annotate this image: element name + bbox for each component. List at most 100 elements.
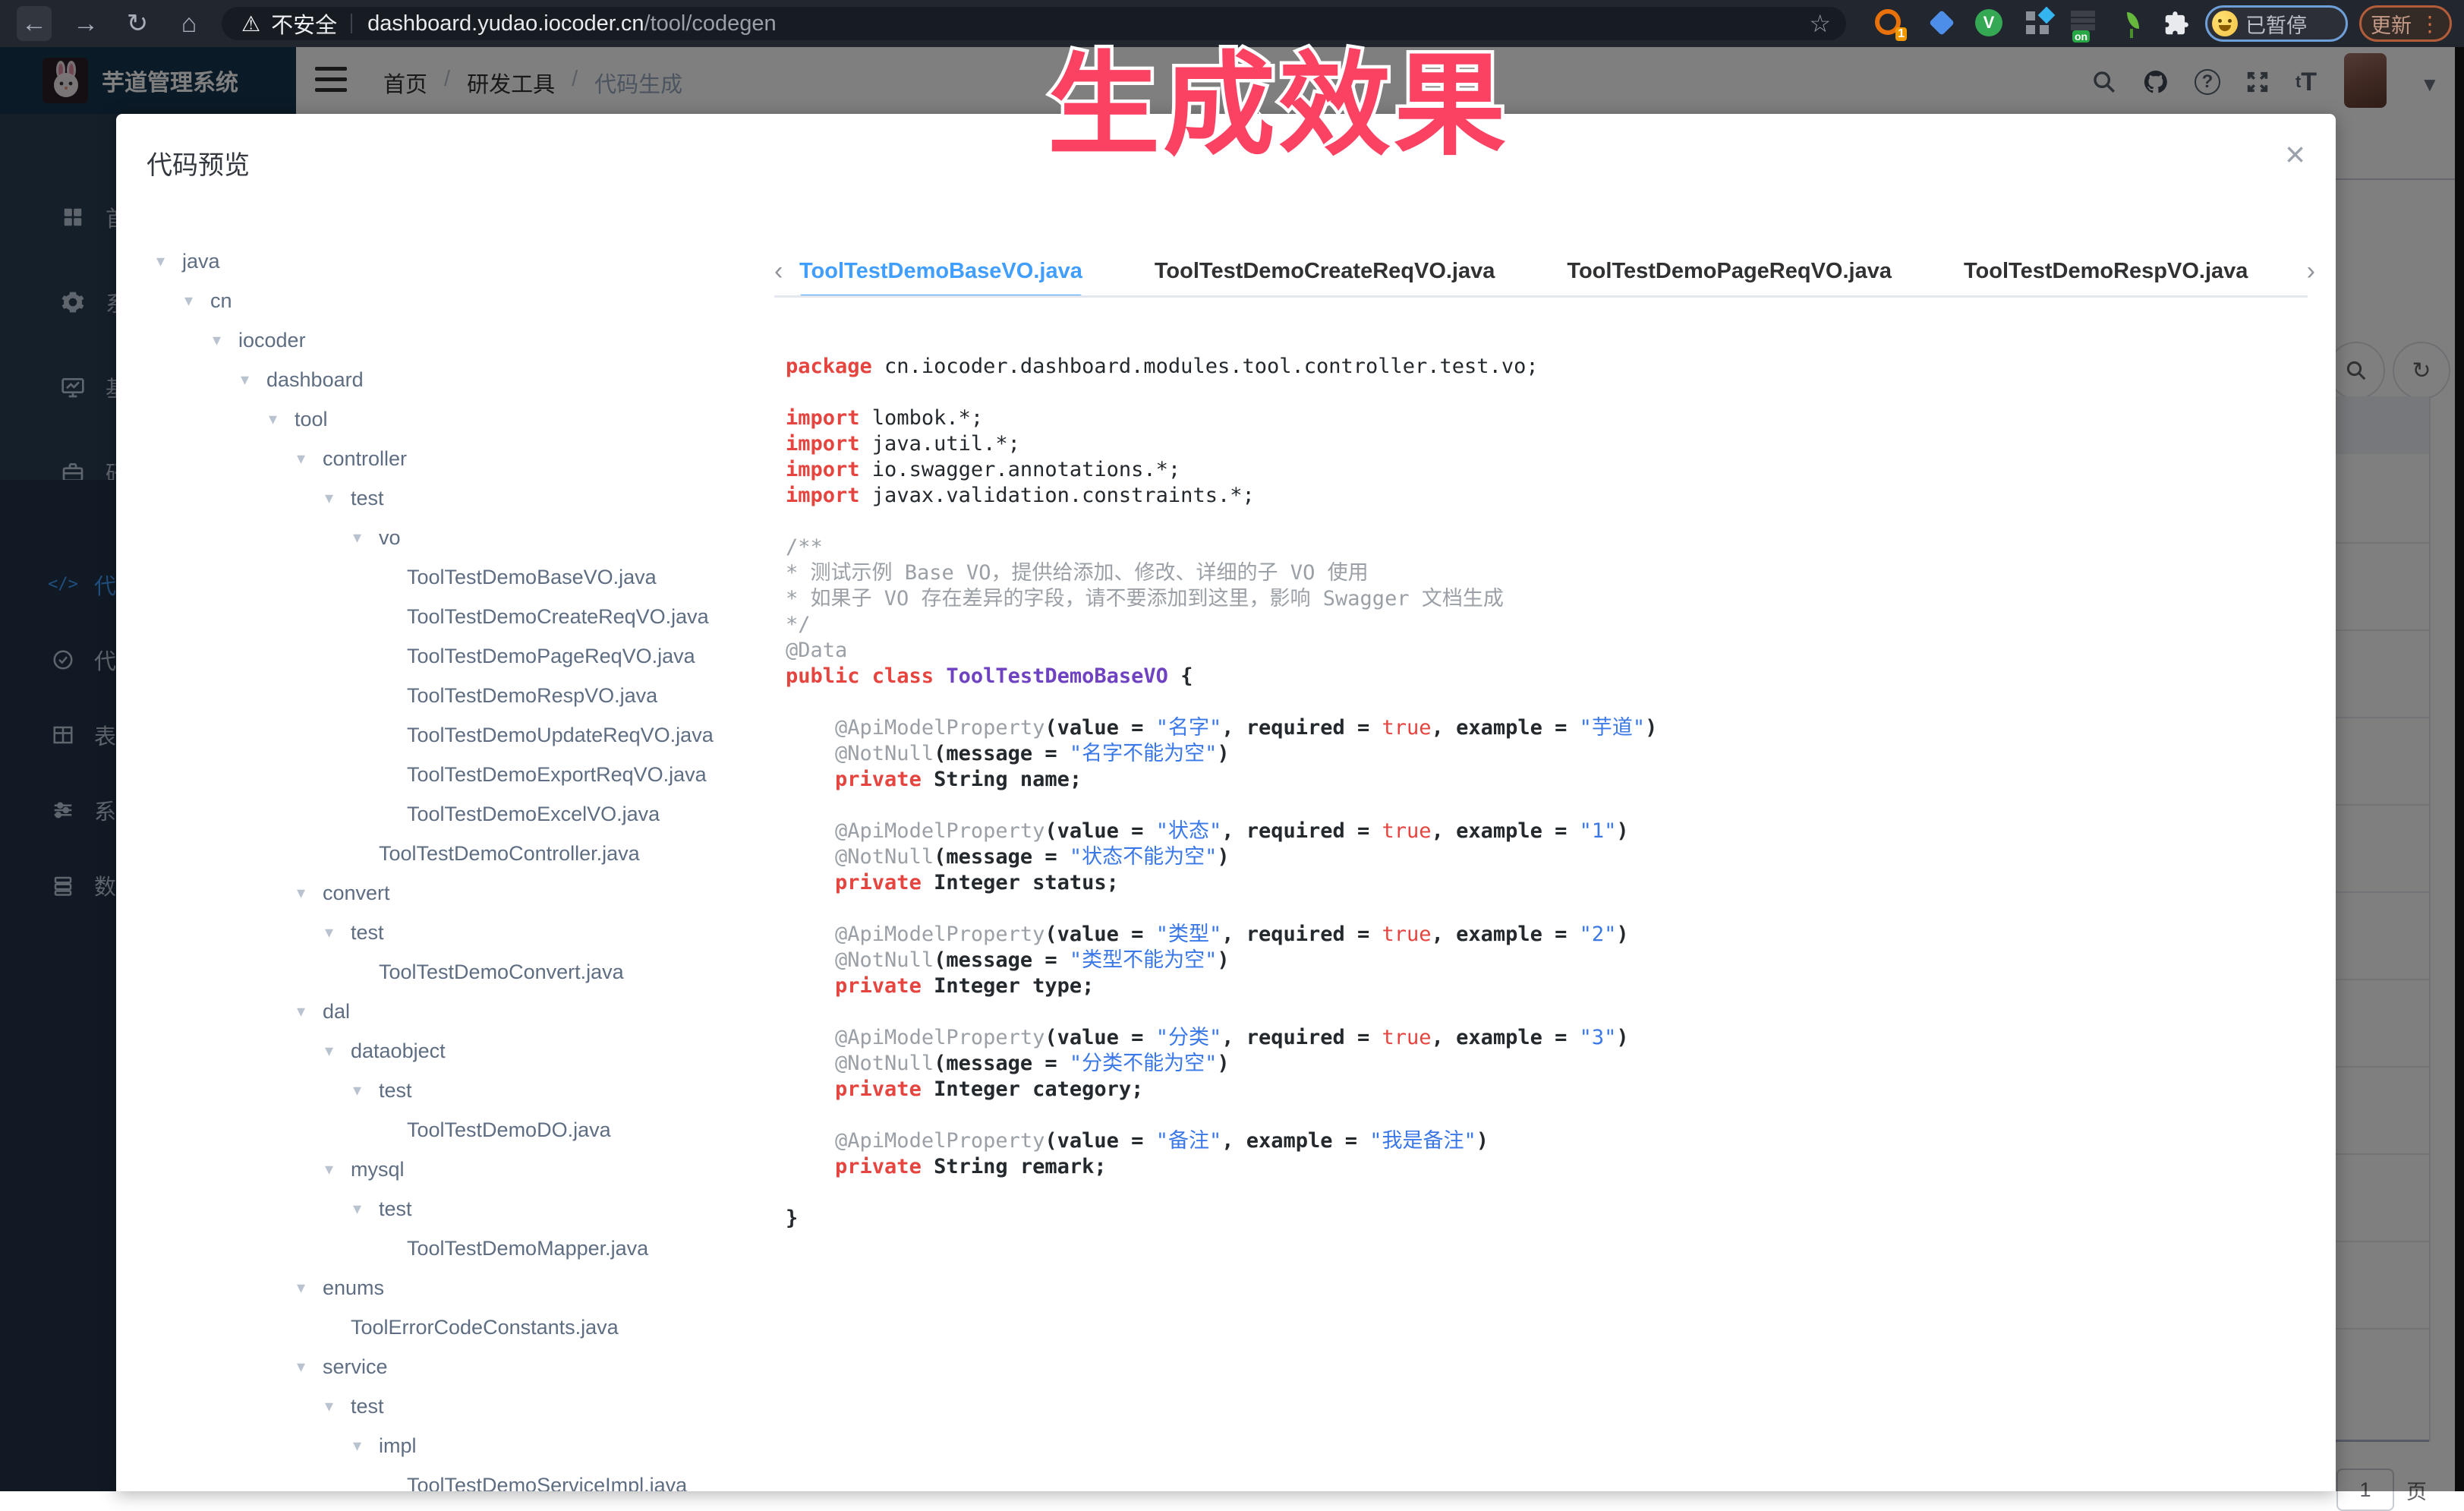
tree-file[interactable]: ToolTestDemoRespVO.java: [407, 676, 657, 715]
caret-down-icon[interactable]: ▾: [297, 1357, 323, 1377]
tree-node-label: mysql: [351, 1158, 405, 1181]
code-line: */: [786, 612, 2304, 638]
tree-file[interactable]: ToolTestDemoDO.java: [407, 1110, 611, 1150]
code-line: [786, 1180, 2304, 1206]
code-line: @NotNull(message = "名字不能为空"): [786, 741, 2304, 767]
code-line: * 测试示例 Base VO，提供给添加、修改、详细的子 VO 使用: [786, 560, 2304, 586]
tree-file[interactable]: ToolTestDemoServiceImpl.java: [407, 1465, 687, 1491]
file-tab-3[interactable]: ToolTestDemoRespVO.java: [1964, 249, 2248, 298]
tree-file[interactable]: ToolTestDemoExportReqVO.java: [407, 755, 707, 794]
tree-folder[interactable]: ▾dal: [297, 992, 350, 1031]
caret-down-icon[interactable]: ▾: [184, 291, 210, 311]
tree-node-label: ToolTestDemoDO.java: [407, 1118, 611, 1142]
caret-down-icon[interactable]: ▾: [297, 1278, 323, 1298]
code-viewer[interactable]: package cn.iocoder.dashboard.modules.too…: [786, 354, 2304, 1478]
tree-folder[interactable]: ▾tool: [269, 399, 328, 439]
tree-folder[interactable]: ▾test: [353, 1189, 412, 1229]
tree-folder[interactable]: ▾convert: [297, 873, 390, 913]
tree-folder[interactable]: ▾controller: [297, 439, 407, 478]
tree-folder[interactable]: ▾impl: [353, 1426, 417, 1465]
extension-seedling-icon[interactable]: [2118, 9, 2147, 38]
tree-node-label: ToolTestDemoExportReqVO.java: [407, 763, 707, 787]
code-line: [786, 689, 2304, 715]
tree-file[interactable]: ToolTestDemoExcelVO.java: [407, 794, 660, 834]
caret-down-icon[interactable]: ▾: [353, 1080, 379, 1100]
caret-down-icon[interactable]: ▾: [156, 251, 182, 271]
extensions-puzzle-icon[interactable]: [2162, 9, 2191, 38]
tree-file[interactable]: ToolTestDemoPageReqVO.java: [407, 636, 695, 676]
tabs-scroll-left-icon[interactable]: ‹: [774, 257, 783, 286]
tree-file[interactable]: ToolErrorCodeConstants.java: [351, 1308, 619, 1347]
browser-profile-button[interactable]: 已暂停: [2205, 5, 2348, 42]
caret-down-icon[interactable]: ▾: [325, 1041, 351, 1061]
close-icon[interactable]: ×: [2285, 137, 2305, 172]
tree-file[interactable]: ToolTestDemoMapper.java: [407, 1229, 648, 1268]
caret-down-icon[interactable]: ▾: [213, 330, 238, 350]
extension-tampermonkey-icon[interactable]: on: [2069, 9, 2098, 38]
tree-node-label: enums: [323, 1276, 384, 1300]
caret-down-icon[interactable]: ▾: [241, 370, 266, 390]
browser-update-button[interactable]: 更新 ⋮: [2359, 5, 2452, 42]
browser-reload-button[interactable]: ↻: [120, 6, 155, 41]
screen-edge-strip: [2455, 47, 2464, 1491]
caret-down-icon[interactable]: ▾: [297, 449, 323, 468]
tree-folder[interactable]: ▾mysql: [325, 1150, 405, 1189]
tree-file[interactable]: ToolTestDemoUpdateReqVO.java: [407, 715, 714, 755]
tree-file[interactable]: ToolTestDemoBaseVO.java: [407, 557, 657, 597]
tree-node-label: ToolTestDemoConvert.java: [379, 961, 624, 984]
extension-orange-icon[interactable]: 1: [1875, 9, 1904, 38]
tree-folder[interactable]: ▾test: [353, 1071, 412, 1110]
caret-down-icon[interactable]: ▾: [325, 1159, 351, 1179]
code-line: [786, 1102, 2304, 1128]
caret-down-icon[interactable]: ▾: [297, 1002, 323, 1021]
tree-file[interactable]: ToolTestDemoConvert.java: [379, 952, 624, 992]
caret-down-icon[interactable]: ▾: [325, 1396, 351, 1416]
file-tree: ▾java▾cn▾iocoder▾dashboard▾tool▾controll…: [116, 241, 769, 1491]
tree-folder[interactable]: ▾service: [297, 1347, 388, 1386]
urlbar-divider: [351, 14, 352, 33]
file-tab-0[interactable]: ToolTestDemoBaseVO.java: [799, 249, 1082, 298]
browser-home-button[interactable]: ⌂: [172, 6, 206, 41]
caret-down-icon[interactable]: ▾: [353, 528, 379, 547]
tree-folder[interactable]: ▾test: [325, 1386, 384, 1426]
code-line: @ApiModelProperty(value = "状态", required…: [786, 819, 2304, 844]
caret-down-icon[interactable]: ▾: [353, 1199, 379, 1219]
tree-folder[interactable]: ▾cn: [184, 281, 232, 320]
browser-back-button[interactable]: ←: [17, 6, 52, 41]
tree-folder[interactable]: ▾vo: [353, 518, 401, 557]
tree-folder[interactable]: ▾test: [325, 478, 384, 518]
extension-gem-icon[interactable]: [1928, 9, 1957, 38]
tree-folder[interactable]: ▾iocoder: [213, 320, 306, 360]
tree-node-label: test: [379, 1079, 412, 1102]
not-secure-warning-icon: ⚠: [241, 11, 260, 36]
code-line: public class ToolTestDemoBaseVO {: [786, 664, 2304, 689]
tree-node-label: convert: [323, 882, 390, 905]
tree-file[interactable]: ToolTestDemoController.java: [379, 834, 640, 873]
caret-down-icon[interactable]: ▾: [325, 488, 351, 508]
code-line: import lombok.*;: [786, 405, 2304, 431]
update-label: 更新: [2371, 9, 2412, 39]
file-tab-2[interactable]: ToolTestDemoPageReqVO.java: [1567, 249, 1892, 298]
code-line: }: [786, 1206, 2304, 1232]
tree-folder[interactable]: ▾dashboard: [241, 360, 364, 399]
extension-vue-icon[interactable]: V: [1975, 9, 2004, 38]
extension-grid-icon[interactable]: [2024, 9, 2053, 38]
caret-down-icon[interactable]: ▾: [325, 923, 351, 942]
tree-folder[interactable]: ▾enums: [297, 1268, 384, 1308]
tree-folder[interactable]: ▾test: [325, 913, 384, 952]
address-bar[interactable]: ⚠ 不安全 dashboard.yudao.iocoder.cn/tool/co…: [222, 7, 1846, 40]
tree-node-label: iocoder: [238, 329, 306, 352]
caret-down-icon[interactable]: ▾: [297, 883, 323, 903]
browser-forward-button[interactable]: →: [68, 6, 103, 41]
code-line: import java.util.*;: [786, 431, 2304, 457]
file-tab-1[interactable]: ToolTestDemoCreateReqVO.java: [1155, 249, 1495, 298]
code-line: private Integer category;: [786, 1077, 2304, 1102]
tabs-scroll-right-icon[interactable]: ›: [2307, 257, 2315, 286]
bookmark-star-icon[interactable]: ☆: [1809, 9, 1831, 38]
tree-file[interactable]: ToolTestDemoCreateReqVO.java: [407, 597, 709, 636]
caret-down-icon[interactable]: ▾: [353, 1436, 379, 1456]
tree-folder[interactable]: ▾java: [156, 241, 220, 281]
tree-folder[interactable]: ▾dataobject: [325, 1031, 446, 1071]
caret-down-icon[interactable]: ▾: [269, 409, 295, 429]
tree-node-label: dal: [323, 1000, 350, 1024]
